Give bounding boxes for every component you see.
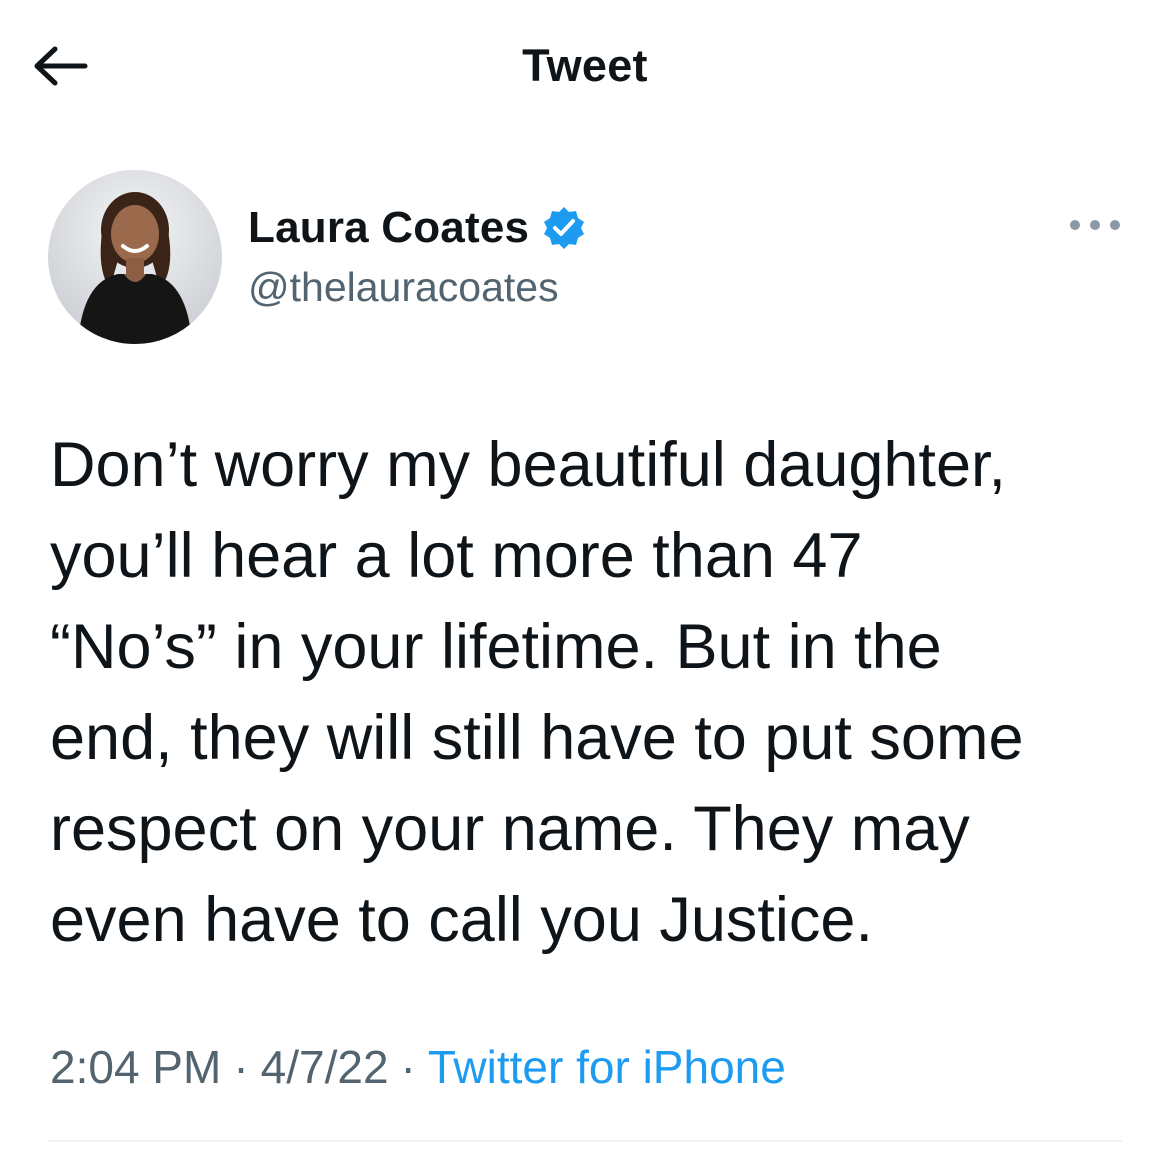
- tweet-text: Don’t worry my beautiful daughter, you’l…: [50, 430, 1024, 955]
- author-display-name: Laura Coates: [248, 203, 530, 252]
- tweet-date[interactable]: 4/7/22: [261, 1040, 389, 1094]
- author-name-row[interactable]: Laura Coates: [248, 198, 591, 258]
- meta-separator: ·: [400, 1041, 416, 1093]
- tweet-meta: 2:04 PM · 4/7/22 · Twitter for iPhone: [50, 1040, 786, 1094]
- more-options-button[interactable]: [1060, 205, 1130, 249]
- verified-badge-icon: [541, 203, 591, 253]
- top-bar: Tweet: [0, 0, 1170, 130]
- author-handle[interactable]: @thelauracoates: [248, 264, 559, 311]
- page-title: Tweet: [522, 40, 648, 91]
- avatar[interactable]: [48, 170, 222, 344]
- tweet-time[interactable]: 2:04 PM: [50, 1040, 221, 1094]
- divider: [48, 1140, 1122, 1142]
- more-horizontal-icon: [1068, 218, 1122, 237]
- meta-separator: ·: [233, 1041, 249, 1093]
- tweet-source-link[interactable]: Twitter for iPhone: [428, 1040, 786, 1094]
